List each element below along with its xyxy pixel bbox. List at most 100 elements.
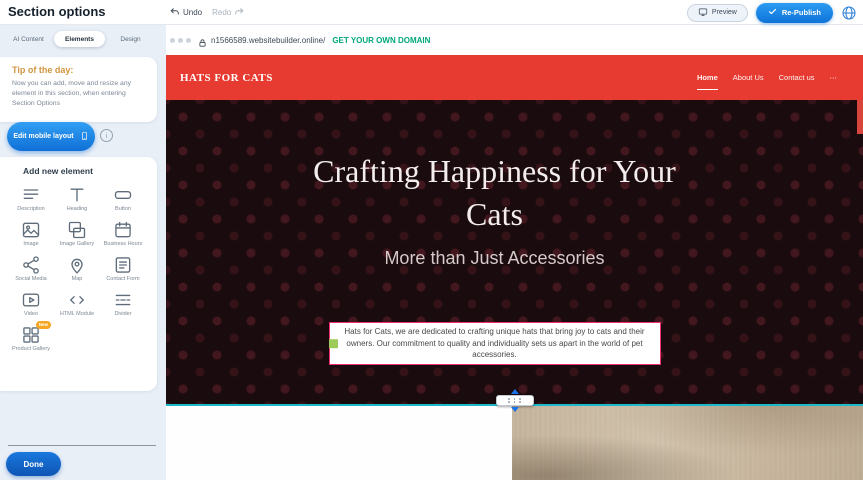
add-element-title: Add new element (23, 166, 157, 176)
mobile-phone-icon (80, 129, 89, 145)
add-element-label: Product Gallery (12, 346, 50, 353)
tab-design[interactable]: Design (105, 31, 156, 47)
add-element-divider[interactable]: Divider (101, 288, 145, 320)
next-section-blank (166, 406, 512, 480)
language-globe-icon[interactable] (841, 5, 857, 21)
divider-icon (113, 290, 133, 310)
redo-icon (234, 7, 244, 19)
hero-content: Crafting Happiness for Your Cats More th… (166, 150, 823, 269)
nav-more[interactable]: ⋯ (830, 73, 838, 82)
arrow-down-icon (511, 407, 519, 412)
heading-icon (67, 185, 87, 205)
redo-button[interactable]: Redo (212, 7, 244, 19)
add-element-label: Video (24, 311, 38, 318)
sidebar-tabs: AI ContentElementsDesign (3, 31, 156, 47)
add-element-heading[interactable]: Heading (55, 183, 99, 215)
add-element-image[interactable]: Image (9, 218, 53, 250)
site-header: HATS FOR CATS Home About Us Contact us ⋯ (166, 55, 863, 100)
nav-contact-us[interactable]: Contact us (779, 73, 815, 82)
tip-title: Tip of the day: (12, 65, 145, 75)
lock-icon (198, 35, 207, 45)
add-element-label: Business Hours (104, 241, 143, 248)
page-title: Section options (8, 4, 106, 19)
add-element-label: Image Gallery (60, 241, 94, 248)
tip-card: Tip of the day: Now you can add, move an… (0, 57, 157, 122)
add-element-label: Description (17, 206, 45, 213)
product-gallery-icon: New (21, 325, 41, 345)
add-element-video[interactable]: Video (9, 288, 53, 320)
hero-description-box[interactable]: Hats for Cats, we are dedicated to craft… (329, 322, 661, 365)
image-gallery-icon (67, 220, 87, 240)
social-media-icon (21, 255, 41, 275)
contact-form-icon (113, 255, 133, 275)
add-element-social-media[interactable]: Social Media (9, 253, 53, 285)
window-dots-icon (170, 38, 191, 43)
nav-about-us[interactable]: About Us (733, 73, 764, 82)
browser-bar: n1566589.websitebuilder.online/ GET YOUR… (166, 25, 863, 55)
undo-label: Undo (183, 8, 202, 17)
nav-home[interactable]: Home (697, 73, 718, 90)
add-element-label: Contact Form (106, 276, 139, 283)
html-module-icon (67, 290, 87, 310)
site-logo[interactable]: HATS FOR CATS (180, 72, 273, 84)
redo-label: Redo (212, 8, 231, 17)
element-drag-handle[interactable] (329, 340, 338, 349)
tab-elements[interactable]: Elements (54, 31, 105, 47)
hero-description-text: Hats for Cats, we are dedicated to craft… (344, 327, 644, 359)
add-element-map[interactable]: Map (55, 253, 99, 285)
site-url[interactable]: n1566589.websitebuilder.online/ (211, 36, 325, 45)
hero-subheadline[interactable]: More than Just Accessories (166, 248, 823, 269)
section-resize-handle[interactable] (495, 389, 535, 412)
republish-button[interactable]: Re-Publish (756, 3, 833, 23)
drag-grip-icon (496, 395, 534, 406)
undo-button[interactable]: Undo (170, 7, 202, 19)
topbar-actions: Preview Re-Publish (687, 0, 857, 25)
video-icon (21, 290, 41, 310)
site-preview: n1566589.websitebuilder.online/ GET YOUR… (166, 25, 863, 480)
app-window: Section options Undo Redo Preview Re-Pub… (0, 0, 863, 480)
undo-redo-group: Undo Redo (170, 0, 244, 25)
done-button[interactable]: Done (6, 452, 61, 476)
tip-body: Now you can add, move and resize any ele… (12, 79, 145, 110)
next-section-image (512, 406, 863, 480)
monitor-icon (698, 7, 708, 19)
add-element-label: Image (23, 241, 38, 248)
add-element-contact-form[interactable]: Contact Form (101, 253, 145, 285)
add-element-grid: Description Heading Button Image Image Galle… (8, 183, 157, 354)
add-element-image-gallery[interactable]: Image Gallery (55, 218, 99, 250)
add-element-label: Divider (114, 311, 131, 318)
new-badge: New (36, 321, 51, 329)
map-icon (67, 255, 87, 275)
add-element-button[interactable]: Button (101, 183, 145, 215)
undo-icon (170, 7, 180, 19)
republish-label: Re-Publish (782, 8, 821, 17)
add-element-label: Social Media (15, 276, 47, 283)
button-icon (113, 185, 133, 205)
sidebar-divider (8, 445, 156, 446)
add-element-html-module[interactable]: HTML Module (55, 288, 99, 320)
add-element-panel: Add new element Description Heading Button… (0, 157, 157, 391)
sidebar: AI ContentElementsDesign Tip of the day:… (0, 25, 166, 480)
hero-headline[interactable]: Crafting Happiness for Your Cats (310, 150, 680, 235)
preview-scrollbar[interactable] (857, 100, 863, 134)
tab-ai-content[interactable]: AI Content (3, 31, 54, 47)
add-element-product-gallery[interactable]: NewProduct Gallery (9, 323, 53, 355)
site-nav: Home About Us Contact us ⋯ (697, 55, 837, 100)
image-icon (21, 220, 41, 240)
arrow-up-icon (511, 389, 519, 394)
edit-mobile-layout-button[interactable]: Edit mobile layout (7, 122, 95, 151)
add-element-label: HTML Module (60, 311, 94, 318)
check-icon (768, 7, 777, 18)
add-element-business-hours[interactable]: Business Hours (101, 218, 145, 250)
hero-section: Crafting Happiness for Your Cats More th… (166, 100, 863, 405)
preview-button[interactable]: Preview (687, 4, 748, 22)
add-element-label: Heading (67, 206, 88, 213)
add-element-label: Map (72, 276, 83, 283)
edit-mobile-label: Edit mobile layout (13, 133, 73, 140)
add-element-label: Button (115, 206, 131, 213)
add-element-description[interactable]: Description (9, 183, 53, 215)
info-icon[interactable]: i (100, 129, 113, 142)
get-domain-link[interactable]: GET YOUR OWN DOMAIN (332, 36, 430, 45)
business-hours-icon (113, 220, 133, 240)
description-icon (21, 185, 41, 205)
